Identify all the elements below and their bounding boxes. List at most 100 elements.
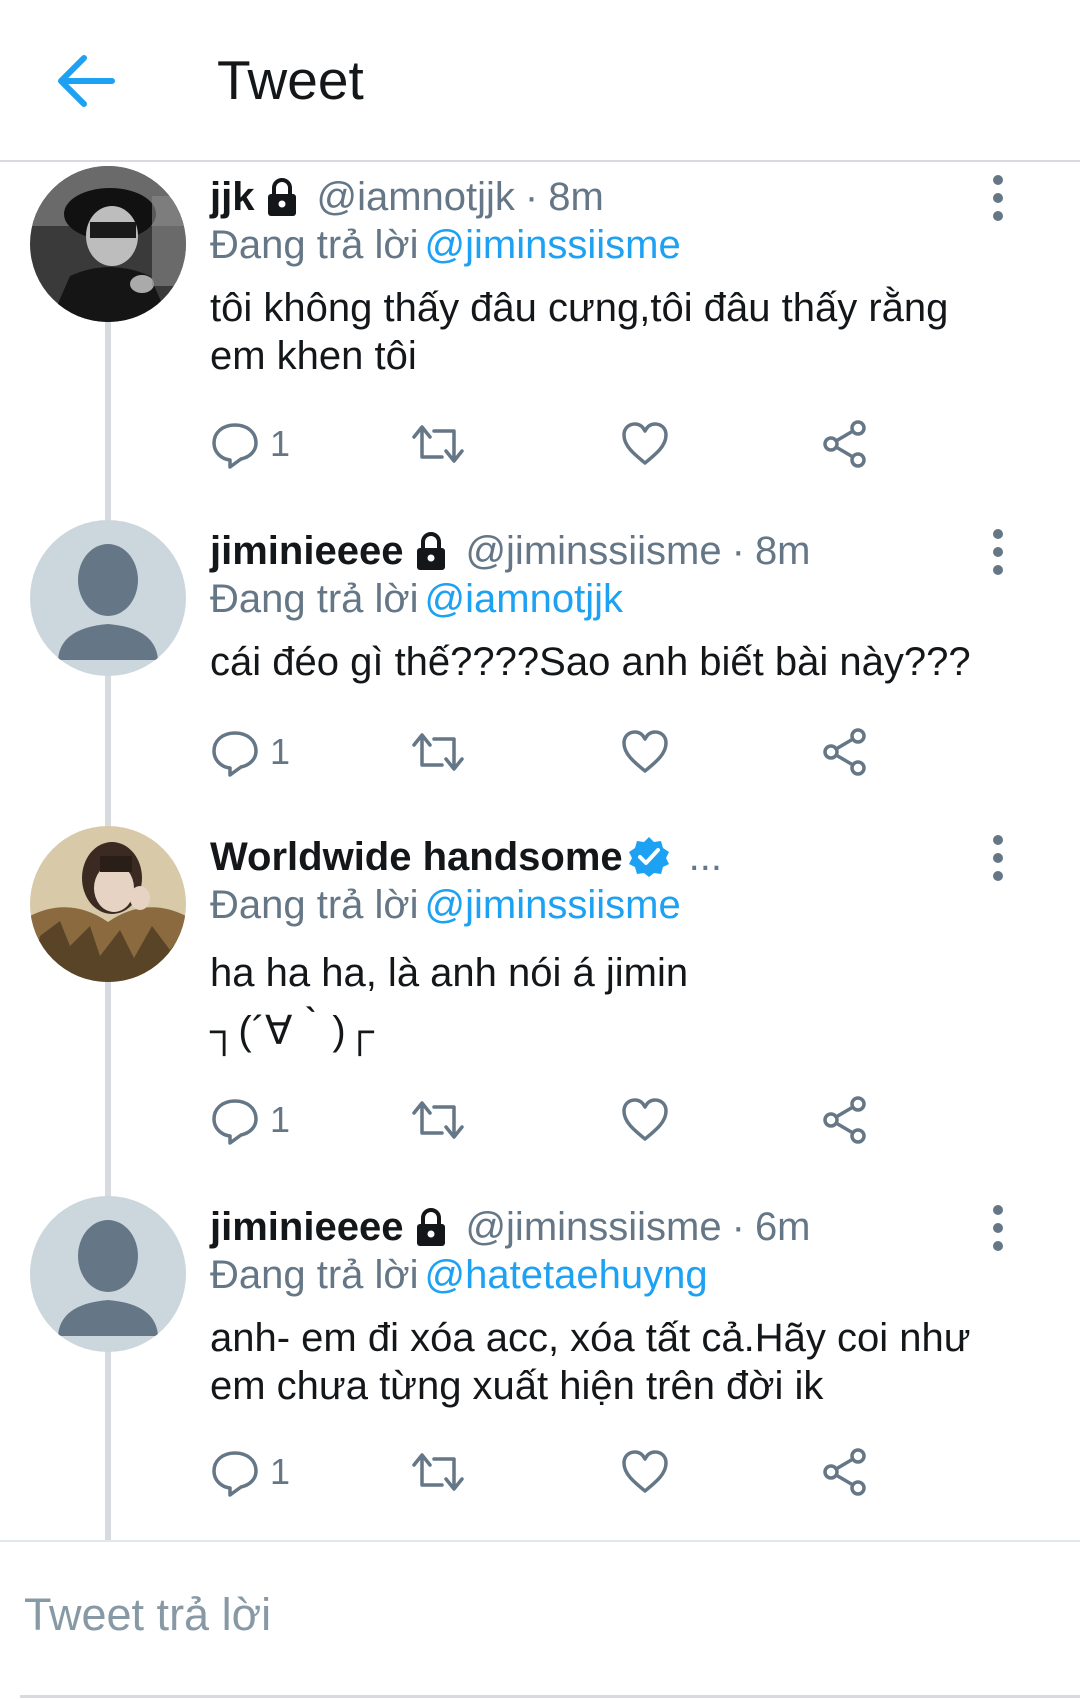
reply-button[interactable]: 1 <box>210 724 290 780</box>
separator-dot: · <box>524 175 539 219</box>
retweet-button[interactable] <box>410 1092 466 1148</box>
reply-count: 1 <box>270 1099 291 1140</box>
page-title: Tweet <box>217 49 364 111</box>
tweet-text-line: tôi không thấy đâu cưng,tôi đâu thấy rằn… <box>210 286 949 330</box>
more-options-button[interactable] <box>986 174 1010 222</box>
share-button[interactable] <box>820 1444 870 1500</box>
retweet-icon <box>412 1101 464 1139</box>
display-name[interactable]: jiminieeee <box>210 525 403 577</box>
retweet-button[interactable] <box>410 1444 466 1500</box>
lock-icon <box>409 1205 453 1249</box>
reply-icon <box>212 423 258 469</box>
tweet-text-line: cái đéo gì thế????Sao anh biết bài này??… <box>210 640 971 684</box>
display-name[interactable]: Worldwide handsome <box>210 831 623 883</box>
more-vertical-icon <box>993 835 1003 881</box>
reply-count: 1 <box>270 1451 291 1492</box>
reply-compose-input[interactable] <box>24 1580 1054 1650</box>
compose-divider <box>0 1540 1080 1542</box>
timestamp[interactable]: 6m <box>755 1201 811 1253</box>
tweet-header: jjk @iamnotjjk · 8m <box>210 171 990 223</box>
avatar[interactable] <box>30 520 186 676</box>
more-vertical-icon <box>993 1205 1003 1251</box>
tweet[interactable]: Worldwide handsome ... Đang trả lời @jimi… <box>0 826 1080 1166</box>
separator-dot: · <box>731 1205 745 1249</box>
tweet-text-line: ┐(´∀｀)┌ <box>210 1009 375 1053</box>
tweet[interactable]: jiminieeee @jiminssiisme · 8m Đang trả l… <box>0 520 1080 810</box>
separator-dot: · <box>731 529 745 573</box>
like-button[interactable] <box>620 416 670 472</box>
tweet-actions: 1 <box>210 1092 910 1148</box>
retweet-icon <box>412 1453 464 1491</box>
replying-to: Đang trả lời @hatetaehuyng <box>210 1250 708 1300</box>
tweet-text: cái đéo gì thế????Sao anh biết bài này??… <box>210 638 1010 686</box>
tweet-text: tôi không thấy đâu cưng,tôi đâu thấy rằn… <box>210 284 1010 380</box>
tweet-text: ha ha ha, là anh nói á jimin ┐(´∀｀)┌ <box>210 944 1010 1060</box>
user-handle: @jiminssiisme <box>465 1205 722 1249</box>
avatar[interactable] <box>30 1196 186 1352</box>
tweet-text-line: em khen tôi <box>210 334 417 378</box>
reply-icon <box>212 731 258 777</box>
replying-to-label: Đang trả lời <box>210 1253 419 1297</box>
replying-to: Đang trả lời @jiminssiisme <box>210 220 681 270</box>
avatar[interactable] <box>30 826 186 982</box>
replying-to-handle[interactable]: @jiminssiisme <box>425 883 681 927</box>
retweet-button[interactable] <box>410 724 466 780</box>
replying-to-label: Đang trả lời <box>210 223 419 267</box>
like-button[interactable] <box>620 1444 670 1500</box>
replying-to-handle[interactable]: @jiminssiisme <box>425 223 681 267</box>
reply-button[interactable]: 1 <box>210 1092 290 1148</box>
tweet-text: anh- em đi xóa acc, xóa tất cả.Hãy coi n… <box>210 1314 1010 1410</box>
reply-count: 1 <box>270 423 291 464</box>
heart-icon <box>622 730 668 773</box>
heart-icon <box>622 1450 668 1493</box>
retweet-icon <box>412 733 464 771</box>
heart-icon <box>622 1098 668 1141</box>
reply-count: 1 <box>270 731 291 772</box>
tweet-actions: 1 <box>210 416 910 472</box>
tweet-text-line: em chưa từng xuất hiện trên đời ik <box>210 1364 824 1408</box>
more-vertical-icon <box>993 175 1003 221</box>
tweet-header: jiminieeee @jiminssiisme · 8m <box>210 525 990 577</box>
replying-to: Đang trả lời @jiminssiisme <box>210 880 681 930</box>
back-button[interactable] <box>54 52 116 110</box>
more-options-button[interactable] <box>986 528 1010 576</box>
replying-to-handle[interactable]: @hatetaehuyng <box>425 1253 708 1297</box>
bottom-divider <box>20 1695 1080 1698</box>
more-options-button[interactable] <box>986 1204 1010 1252</box>
lock-icon <box>260 175 304 219</box>
share-icon <box>823 420 866 468</box>
arrow-left-icon <box>58 55 115 107</box>
retweet-icon <box>412 425 464 463</box>
tweet-text-line: anh- em đi xóa acc, xóa tất cả.Hãy coi n… <box>210 1316 971 1360</box>
share-icon <box>823 728 866 776</box>
lock-icon <box>409 529 453 573</box>
share-icon <box>823 1448 866 1496</box>
replying-to-label: Đang trả lời <box>210 883 419 927</box>
tweet-actions: 1 <box>210 1444 910 1500</box>
replying-to-label: Đang trả lời <box>210 577 419 621</box>
share-button[interactable] <box>820 1092 870 1148</box>
display-name[interactable]: jiminieeee <box>210 1201 403 1253</box>
replying-to: Đang trả lời @iamnotjjk <box>210 574 623 624</box>
tweet[interactable]: jiminieeee @jiminssiisme · 6m Đang trả l… <box>0 1196 1080 1526</box>
reply-icon <box>212 1451 258 1497</box>
replying-to-handle[interactable]: @iamnotjjk <box>425 577 623 621</box>
like-button[interactable] <box>620 724 670 780</box>
top-app-bar: Tweet <box>0 0 1080 162</box>
display-name[interactable]: jjk <box>210 171 254 223</box>
reply-button[interactable]: 1 <box>210 416 290 472</box>
share-button[interactable] <box>820 416 870 472</box>
more-options-button[interactable] <box>986 834 1010 882</box>
share-button[interactable] <box>820 724 870 780</box>
timestamp[interactable]: 8m <box>755 525 811 577</box>
retweet-button[interactable] <box>410 416 466 472</box>
like-button[interactable] <box>620 1092 670 1148</box>
timestamp[interactable]: 8m <box>548 171 604 223</box>
share-icon <box>823 1096 866 1144</box>
avatar[interactable] <box>30 166 186 322</box>
tweet-header: Worldwide handsome ... <box>210 831 990 883</box>
reply-button[interactable]: 1 <box>210 1444 290 1500</box>
tweet[interactable]: jjk @iamnotjjk · 8m Đang trả lời @jiminss… <box>0 166 1080 496</box>
tweet-header: jiminieeee @jiminssiisme · 6m <box>210 1201 990 1253</box>
truncated-marker: ... <box>688 835 722 879</box>
